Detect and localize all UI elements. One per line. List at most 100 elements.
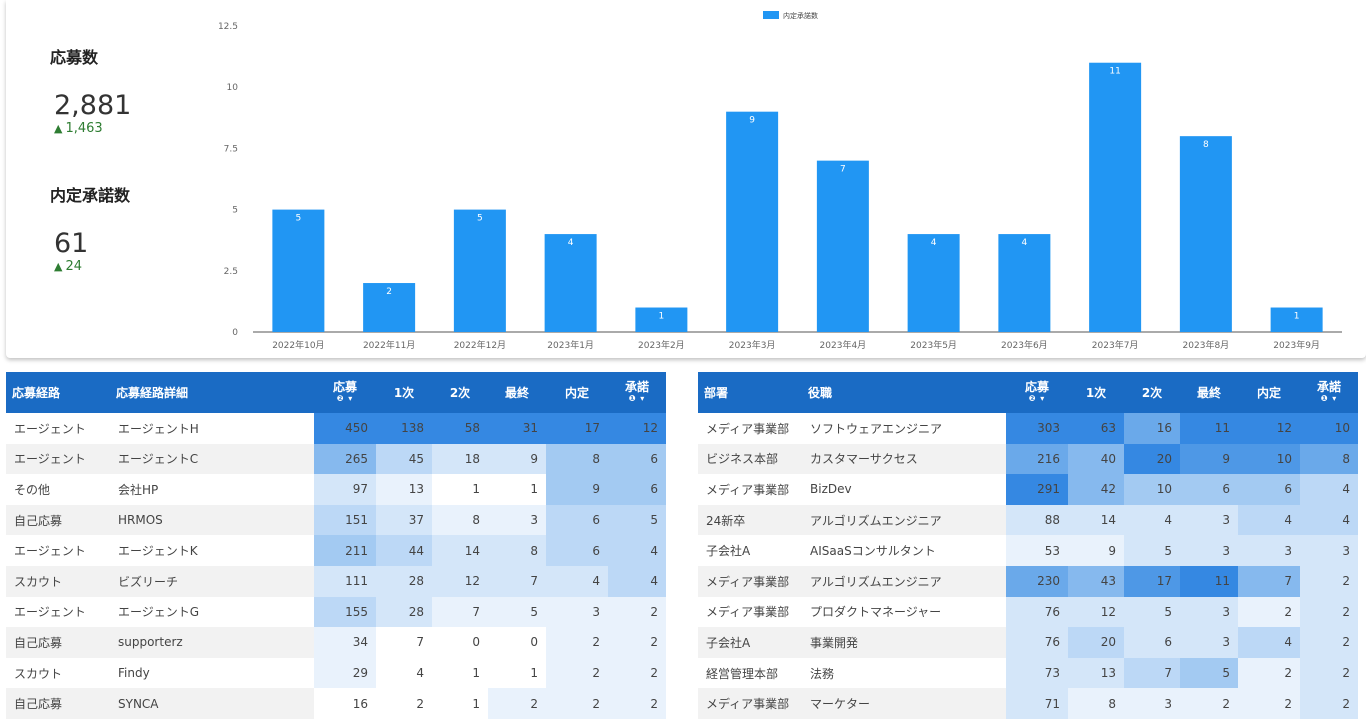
cell-detail: BizDev <box>810 482 852 497</box>
column-header[interactable]: 内定 <box>546 372 608 413</box>
bar[interactable] <box>816 160 869 332</box>
table-header-row: 応募経路 応募経路詳細 応募 ❷ ▾ 1次 2次 最終 内定 承諾 ❶ ▾ <box>6 372 666 413</box>
cell-value: 16 <box>1124 413 1180 444</box>
bar-value-label: 9 <box>749 116 755 126</box>
cell-value: 11 <box>1180 565 1238 597</box>
cell-value: 13 <box>1068 657 1124 689</box>
bar-value-label: 4 <box>568 238 574 248</box>
cell-value: 3 <box>1180 504 1238 536</box>
table-row[interactable]: 経営管理本部 法務 73 13 7 5 2 2 <box>698 657 1358 689</box>
column-header[interactable]: 最終 <box>488 372 546 413</box>
table-row[interactable]: 子会社A 事業開発 76 20 6 3 4 2 <box>698 627 1358 658</box>
y-tick-label: 2.5 <box>224 267 238 277</box>
cell-category: 自己応募 <box>14 697 63 712</box>
table-row[interactable]: 子会社A AISaaSコンサルタント 53 9 5 3 3 3 <box>698 535 1358 566</box>
bar[interactable] <box>453 209 506 332</box>
column-header[interactable]: 1次 <box>376 372 432 413</box>
y-tick-label: 12.5 <box>218 22 238 32</box>
cell-detail: SYNCA <box>118 696 159 711</box>
cell-value: 0 <box>432 627 488 658</box>
cell-value: 3 <box>1238 535 1300 566</box>
y-tick-label: 10 <box>227 83 239 93</box>
cell-value: 37 <box>376 504 432 536</box>
column-header[interactable]: 2次 <box>432 372 488 413</box>
table-row[interactable]: その他 会社HP 97 13 1 1 9 6 <box>6 474 666 505</box>
sort-indicator-icon[interactable]: ❶ ▾ <box>625 393 649 405</box>
column-header[interactable]: 最終 <box>1180 372 1238 413</box>
bar[interactable] <box>726 111 779 333</box>
cell-category: 自己応募 <box>14 635 63 650</box>
cell-value: 73 <box>1006 657 1068 689</box>
table-row[interactable]: エージェント エージェントC 265 45 18 9 8 6 <box>6 443 666 475</box>
table-row[interactable]: ビジネス本部 カスタマーサクセス 216 40 20 9 10 8 <box>698 443 1358 475</box>
table-row[interactable]: メディア事業部 アルゴリズムエンジニア 230 43 17 11 7 2 <box>698 565 1358 597</box>
sort-indicator-icon[interactable]: ❶ ▾ <box>1317 393 1341 405</box>
column-header[interactable]: 応募経路 <box>6 372 110 413</box>
sort-indicator-icon[interactable]: ❷ ▾ <box>1025 393 1049 405</box>
cell-value: 151 <box>314 504 376 536</box>
cell-value: 28 <box>376 565 432 597</box>
cell-value: 2 <box>546 657 608 689</box>
x-tick-label: 2023年5月 <box>910 339 957 351</box>
cell-detail: HRMOS <box>118 513 163 528</box>
column-header[interactable]: 承諾 ❶ ▾ <box>1300 372 1358 413</box>
column-header[interactable]: 内定 <box>1238 372 1300 413</box>
cell-value: 5 <box>488 596 546 628</box>
cell-value: 5 <box>608 504 666 536</box>
cell-value: 9 <box>488 443 546 475</box>
column-header[interactable]: 承諾 ❶ ▾ <box>608 372 666 413</box>
bar[interactable] <box>998 234 1051 332</box>
cell-value: 4 <box>1124 504 1180 536</box>
cell-value: 6 <box>1238 474 1300 505</box>
bar[interactable] <box>544 234 597 332</box>
table-row[interactable]: スカウト ビズリーチ 111 28 12 7 4 4 <box>6 565 666 597</box>
column-header[interactable]: 1次 <box>1068 372 1124 413</box>
bar[interactable] <box>272 209 325 332</box>
cell-detail: ソフトウェアエンジニア <box>810 421 943 436</box>
table-row[interactable]: 自己応募 SYNCA 16 2 1 2 2 2 <box>6 688 666 719</box>
bar[interactable] <box>907 234 960 332</box>
column-header[interactable]: 部署 <box>698 372 802 413</box>
table-row[interactable]: 自己応募 HRMOS 151 37 8 3 6 5 <box>6 504 666 536</box>
table-row[interactable]: 自己応募 supporterz 34 7 0 0 2 2 <box>6 627 666 658</box>
cell-detail: 事業開発 <box>810 635 859 650</box>
table-row[interactable]: エージェント エージェントK 211 44 14 8 6 4 <box>6 535 666 566</box>
sort-indicator-icon[interactable]: ❷ ▾ <box>333 393 357 405</box>
table-row[interactable]: メディア事業部 マーケター 71 8 3 2 2 2 <box>698 688 1358 719</box>
summary-card: 応募数 2,881 ▲ 1,463 内定承諾数 61 ▲ 24 0 2.5 5 7.5 10… <box>6 0 1366 358</box>
cell-category: メディア事業部 <box>706 482 790 497</box>
column-header[interactable]: 役職 <box>802 372 1006 413</box>
cell-category: メディア事業部 <box>706 574 790 589</box>
column-header[interactable]: 応募 ❷ ▾ <box>314 372 376 413</box>
cell-value: 1 <box>488 657 546 689</box>
column-header-label: 応募 <box>1024 379 1049 394</box>
cell-value: 2 <box>546 627 608 658</box>
x-tick-label: 2022年11月 <box>363 339 415 351</box>
table-row[interactable]: 24新卒 アルゴリズムエンジニア 88 14 4 3 4 4 <box>698 504 1358 536</box>
cell-value: 71 <box>1006 688 1068 719</box>
table-row[interactable]: メディア事業部 BizDev 291 42 10 6 6 4 <box>698 474 1358 505</box>
table-row[interactable]: エージェント エージェントH 450 138 58 31 17 12 <box>6 413 666 444</box>
cell-value: 20 <box>1124 443 1180 475</box>
column-header[interactable]: 2次 <box>1124 372 1180 413</box>
cell-value: 11 <box>1180 413 1238 444</box>
cell-value: 12 <box>1068 596 1124 628</box>
cell-value: 45 <box>376 443 432 475</box>
cell-value: 16 <box>314 688 376 719</box>
table-row[interactable]: メディア事業部 プロダクトマネージャー 76 12 5 3 2 2 <box>698 596 1358 628</box>
cell-value: 7 <box>432 596 488 628</box>
cell-value: 3 <box>1180 627 1238 658</box>
column-header[interactable]: 応募 ❷ ▾ <box>1006 372 1068 413</box>
bar[interactable] <box>1179 136 1232 332</box>
cell-value: 20 <box>1068 627 1124 658</box>
table-row[interactable]: エージェント エージェントG 155 28 7 5 3 2 <box>6 596 666 628</box>
table-row[interactable]: メディア事業部 ソフトウェアエンジニア 303 63 16 11 12 10 <box>698 413 1358 444</box>
cell-value: 4 <box>608 535 666 566</box>
bar[interactable] <box>1089 62 1142 332</box>
cell-value: 31 <box>488 413 546 444</box>
table-row[interactable]: スカウト Findy 29 4 1 1 2 2 <box>6 657 666 689</box>
cell-detail: supporterz <box>118 635 183 650</box>
source-table: 応募経路 応募経路詳細 応募 ❷ ▾ 1次 2次 最終 内定 承諾 ❶ ▾ エージェント エージェント… <box>6 372 666 719</box>
x-tick-label: 2023年6月 <box>1001 339 1048 351</box>
column-header[interactable]: 応募経路詳細 <box>110 372 314 413</box>
